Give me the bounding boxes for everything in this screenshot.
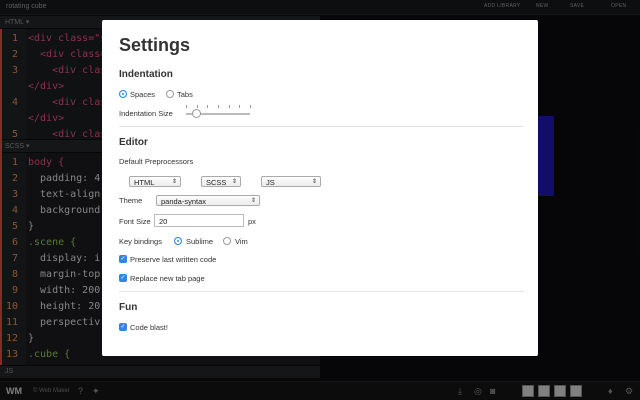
font-size-input[interactable]: 20 xyxy=(154,214,244,227)
code-blast-label[interactable]: Code blast! xyxy=(130,323,168,332)
tabs-radio[interactable] xyxy=(166,90,174,98)
css-preprocessor-select[interactable]: SCSS ⇕ xyxy=(201,176,241,187)
slider-tick xyxy=(218,105,219,108)
spaces-radio[interactable] xyxy=(119,90,127,98)
slider-tick xyxy=(207,105,209,108)
sublime-radio[interactable] xyxy=(174,237,182,245)
theme-label: Theme xyxy=(119,196,143,205)
key-bindings-label: Key bindings xyxy=(119,237,162,246)
html-preprocessor-select[interactable]: HTML ⇕ xyxy=(129,176,181,187)
spaces-label[interactable]: Spaces xyxy=(130,90,155,99)
vim-label[interactable]: Vim xyxy=(235,237,248,246)
js-preprocessor-value: JS xyxy=(266,178,275,187)
preserve-code-checkbox[interactable]: ✓ xyxy=(119,255,127,263)
font-size-label: Font Size xyxy=(119,217,151,226)
sublime-label[interactable]: Sublime xyxy=(186,237,213,246)
slider-tick xyxy=(250,105,251,108)
vim-radio[interactable] xyxy=(223,237,231,245)
theme-value: panda-syntax xyxy=(161,197,207,206)
preserve-code-label[interactable]: Preserve last written code xyxy=(130,255,216,264)
settings-modal: Settings Indentation Spaces Tabs Indenta… xyxy=(102,20,538,356)
indentation-heading: Indentation xyxy=(119,69,173,80)
editor-heading: Editor xyxy=(119,137,148,148)
slider-tick xyxy=(196,105,198,108)
theme-select[interactable]: panda-syntax ⇕ xyxy=(156,195,260,206)
tabs-label[interactable]: Tabs xyxy=(177,90,193,99)
chevron-updown-icon: ⇕ xyxy=(171,179,177,185)
divider xyxy=(119,126,524,127)
code-blast-checkbox[interactable]: ✓ xyxy=(119,323,127,331)
replace-tab-label[interactable]: Replace new tab page xyxy=(130,274,205,283)
fun-heading: Fun xyxy=(119,302,138,313)
replace-tab-checkbox[interactable]: ✓ xyxy=(119,274,127,282)
css-preprocessor-value: SCSS xyxy=(206,178,227,187)
slider-tick xyxy=(239,105,241,108)
slider-tick xyxy=(186,105,187,108)
html-preprocessor-value: HTML xyxy=(134,178,155,187)
chevron-updown-icon: ⇕ xyxy=(231,179,237,185)
js-preprocessor-select[interactable]: JS ⇕ xyxy=(261,176,321,187)
chevron-updown-icon: ⇕ xyxy=(311,179,317,185)
indentation-size-label: Indentation Size xyxy=(119,109,173,118)
slider-tick xyxy=(228,105,230,108)
indentation-size-slider-knob[interactable] xyxy=(192,109,202,118)
default-preprocessors-label: Default Preprocessors xyxy=(119,157,194,166)
divider xyxy=(119,291,524,292)
settings-title: Settings xyxy=(119,35,191,55)
chevron-updown-icon: ⇕ xyxy=(250,198,256,204)
font-size-unit: px xyxy=(248,217,256,226)
